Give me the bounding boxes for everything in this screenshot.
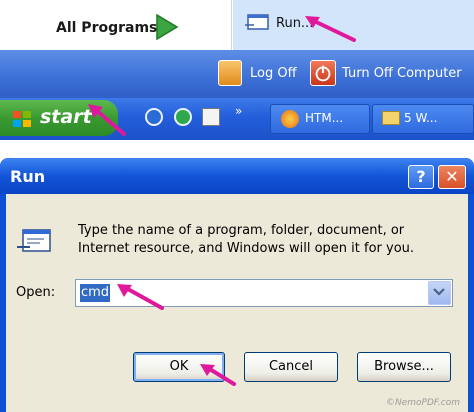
windows-logo-icon — [13, 111, 31, 127]
cancel-button[interactable]: Cancel — [244, 352, 338, 382]
taskbar-button-label: 5 W... — [404, 111, 438, 125]
log-off-button[interactable]: Log Off — [250, 66, 297, 81]
all-programs-label: All Programs — [56, 20, 158, 36]
annotation-arrow-run — [305, 16, 356, 42]
dialog-titlebar[interactable] — [0, 158, 474, 194]
quick-launch-chevron-icon[interactable]: » — [235, 104, 242, 118]
annotation-arrow-cmd — [117, 284, 164, 310]
outlook-icon[interactable] — [145, 108, 163, 126]
notepad-icon[interactable] — [202, 108, 220, 126]
chevron-down-icon — [433, 288, 445, 296]
prompt-text: Internet resource, and Windows will open… — [78, 241, 415, 256]
annotation-arrow-start — [88, 104, 126, 136]
browse-button[interactable]: Browse... — [357, 352, 451, 382]
annotation-arrow-ok — [200, 364, 236, 386]
prompt-text: Type the name of a program, folder, docu… — [78, 223, 405, 238]
taskbar-button-label: HTM... — [305, 111, 344, 125]
open-label: Open: — [16, 285, 56, 300]
folder-icon — [382, 111, 400, 125]
internet-icon[interactable] — [174, 108, 192, 126]
help-button[interactable]: ? — [408, 165, 434, 189]
green-arrow-icon — [156, 14, 179, 40]
key-icon[interactable] — [218, 60, 242, 86]
run-icon — [245, 14, 269, 30]
watermark: ©NemoPDF.com — [386, 398, 460, 408]
dialog-title: Run — [10, 167, 46, 186]
run-icon — [17, 229, 51, 252]
close-button[interactable]: ✕ — [438, 165, 466, 189]
firefox-icon — [281, 110, 299, 128]
open-input-value[interactable]: cmd — [80, 284, 111, 302]
power-icon[interactable] — [310, 60, 336, 86]
turn-off-computer-button[interactable]: Turn Off Computer — [342, 66, 462, 81]
